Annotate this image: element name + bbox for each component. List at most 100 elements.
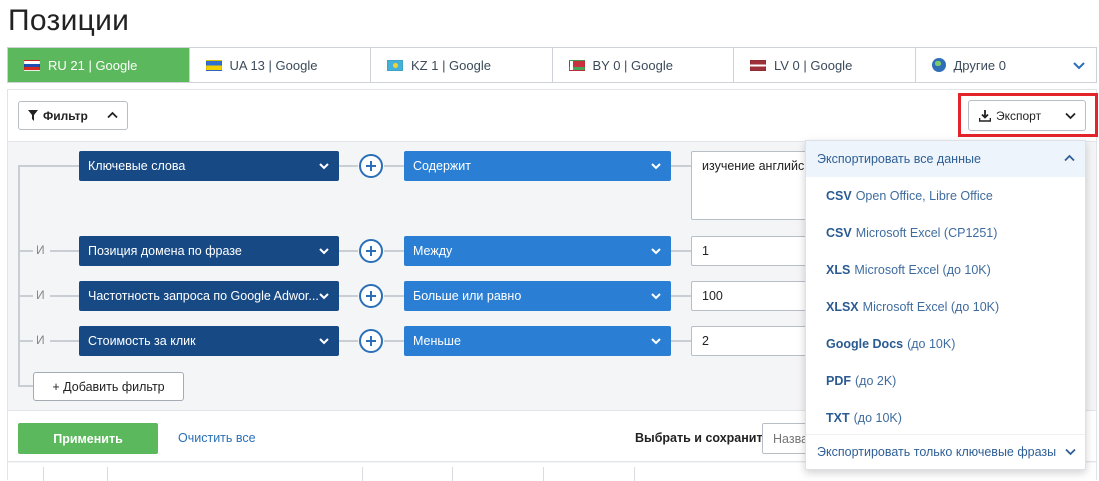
tree-connector	[339, 250, 358, 252]
export-format: CSV	[826, 225, 852, 240]
region-tabs: RU 21 | Google UA 13 | Google KZ 1 | Goo…	[7, 47, 1097, 83]
chevron-down-icon	[1065, 448, 1076, 456]
chevron-up-icon	[107, 111, 118, 119]
export-google-docs[interactable]: Google Docs (до 10K)	[806, 325, 1085, 362]
filter-value-input[interactable]: 2	[691, 326, 811, 356]
tree-connector	[50, 295, 79, 297]
export-detail: Microsoft Excel (до 10K)	[854, 262, 991, 277]
tab-ua[interactable]: UA 13 | Google	[190, 48, 371, 82]
column-divider	[543, 467, 544, 481]
tree-connector	[18, 385, 33, 387]
filter-field-value: Стоимость за клик	[88, 334, 196, 348]
tab-other[interactable]: Другие 0	[916, 48, 1097, 82]
and-connector-label: И	[36, 333, 45, 347]
tree-connector	[50, 250, 79, 252]
chevron-down-icon	[651, 163, 661, 170]
column-divider	[43, 467, 44, 481]
chevron-down-icon	[651, 293, 661, 300]
filter-operator-select[interactable]: Между	[404, 236, 671, 266]
filter-operator-value: Больше или равно	[413, 289, 522, 303]
tab-ru[interactable]: RU 21 | Google	[8, 48, 190, 82]
export-button[interactable]: Экспорт	[968, 100, 1086, 131]
chevron-down-icon	[319, 293, 329, 300]
export-csv-openoffice[interactable]: CSV Open Office, Libre Office	[806, 177, 1085, 214]
export-keywords-only-label: Экспортировать только ключевые фразы	[817, 445, 1057, 459]
column-divider	[452, 467, 453, 481]
tree-connector	[384, 340, 404, 342]
globe-icon	[931, 58, 946, 72]
export-format: Google Docs	[826, 336, 904, 351]
tree-connector	[384, 250, 404, 252]
filter-value-textarea[interactable]: изучение английского	[691, 151, 811, 220]
filter-field-value: Ключевые слова	[88, 159, 186, 173]
add-condition-icon[interactable]	[359, 239, 383, 263]
export-xls[interactable]: XLS Microsoft Excel (до 10K)	[806, 251, 1085, 288]
filter-operator-select[interactable]: Больше или равно	[404, 281, 671, 311]
filter-field-value: Частотность запроса по Google Adwor...	[88, 289, 319, 303]
tab-label: BY 0 | Google	[592, 57, 673, 73]
tree-connector	[50, 340, 79, 342]
export-keywords-only-header[interactable]: Экспортировать только ключевые фразы	[806, 434, 1085, 469]
export-format: XLS	[826, 262, 851, 277]
funnel-icon	[28, 110, 38, 121]
tree-connector	[671, 250, 691, 252]
chevron-down-icon	[319, 248, 329, 255]
apply-button[interactable]: Применить	[18, 423, 158, 454]
chevron-down-icon	[1065, 112, 1076, 120]
filter-toolbar: Фильтр Экспорт	[8, 90, 1098, 142]
add-condition-icon[interactable]	[359, 284, 383, 308]
and-connector-label: И	[36, 288, 45, 302]
tree-connector	[18, 165, 79, 167]
flag-by-icon	[568, 59, 585, 71]
export-pdf[interactable]: PDF (до 2K)	[806, 362, 1085, 399]
export-detail: (до 10K)	[853, 410, 902, 425]
flag-ru-icon	[24, 59, 40, 71]
filter-operator-select[interactable]: Содержит	[404, 151, 671, 181]
export-all-data-label: Экспортировать все данные	[817, 152, 981, 166]
tree-connector	[671, 295, 691, 297]
page-title: Позиции	[8, 4, 130, 37]
tab-by[interactable]: BY 0 | Google	[553, 48, 734, 82]
filter-value-input[interactable]: 100	[691, 281, 811, 311]
export-csv-excel[interactable]: CSV Microsoft Excel (CP1251)	[806, 214, 1085, 251]
download-icon	[979, 109, 991, 122]
tree-connector	[18, 250, 33, 252]
add-condition-icon[interactable]	[359, 154, 383, 178]
flag-kz-icon	[387, 59, 403, 71]
tree-connector	[18, 340, 33, 342]
flag-lv-icon	[750, 59, 766, 71]
clear-all-link[interactable]: Очистить все	[178, 431, 256, 445]
chevron-up-icon	[1064, 154, 1075, 162]
export-all-data-header[interactable]: Экспортировать все данные	[806, 141, 1085, 177]
tab-lv[interactable]: LV 0 | Google	[734, 48, 916, 82]
export-xlsx[interactable]: XLSX Microsoft Excel (до 10K)	[806, 288, 1085, 325]
filter-field-select[interactable]: Позиция домена по фразе	[79, 236, 339, 266]
filter-operator-value: Меньше	[413, 334, 461, 348]
and-connector-label: И	[36, 243, 45, 257]
export-format: TXT	[826, 410, 850, 425]
tab-label: Другие 0	[953, 57, 1006, 73]
filter-field-select[interactable]: Частотность запроса по Google Adwor...	[79, 281, 339, 311]
export-detail: Microsoft Excel (до 10K)	[862, 299, 1000, 314]
tree-connector	[671, 340, 691, 342]
export-txt[interactable]: TXT (до 10K)	[806, 399, 1085, 436]
tab-label: UA 13 | Google	[229, 57, 318, 73]
chevron-down-icon[interactable]	[1072, 58, 1086, 72]
tab-kz[interactable]: KZ 1 | Google	[371, 48, 553, 82]
add-condition-icon[interactable]	[359, 329, 383, 353]
tab-label: LV 0 | Google	[774, 57, 853, 73]
filter-field-select[interactable]: Стоимость за клик	[79, 326, 339, 356]
filter-value-input[interactable]: 1	[691, 236, 811, 266]
chevron-down-icon	[651, 338, 661, 345]
chevron-down-icon	[319, 163, 329, 170]
tree-connector	[671, 165, 691, 167]
tree-connector	[384, 295, 404, 297]
export-format: PDF	[826, 373, 851, 388]
tree-connector	[339, 295, 358, 297]
export-detail: Open Office, Libre Office	[855, 188, 993, 203]
filter-toggle-button[interactable]: Фильтр	[18, 101, 128, 130]
filter-operator-select[interactable]: Меньше	[404, 326, 671, 356]
add-filter-button[interactable]: + Добавить фильтр	[33, 372, 184, 401]
filter-field-select[interactable]: Ключевые слова	[79, 151, 339, 181]
flag-ua-icon	[205, 59, 222, 71]
